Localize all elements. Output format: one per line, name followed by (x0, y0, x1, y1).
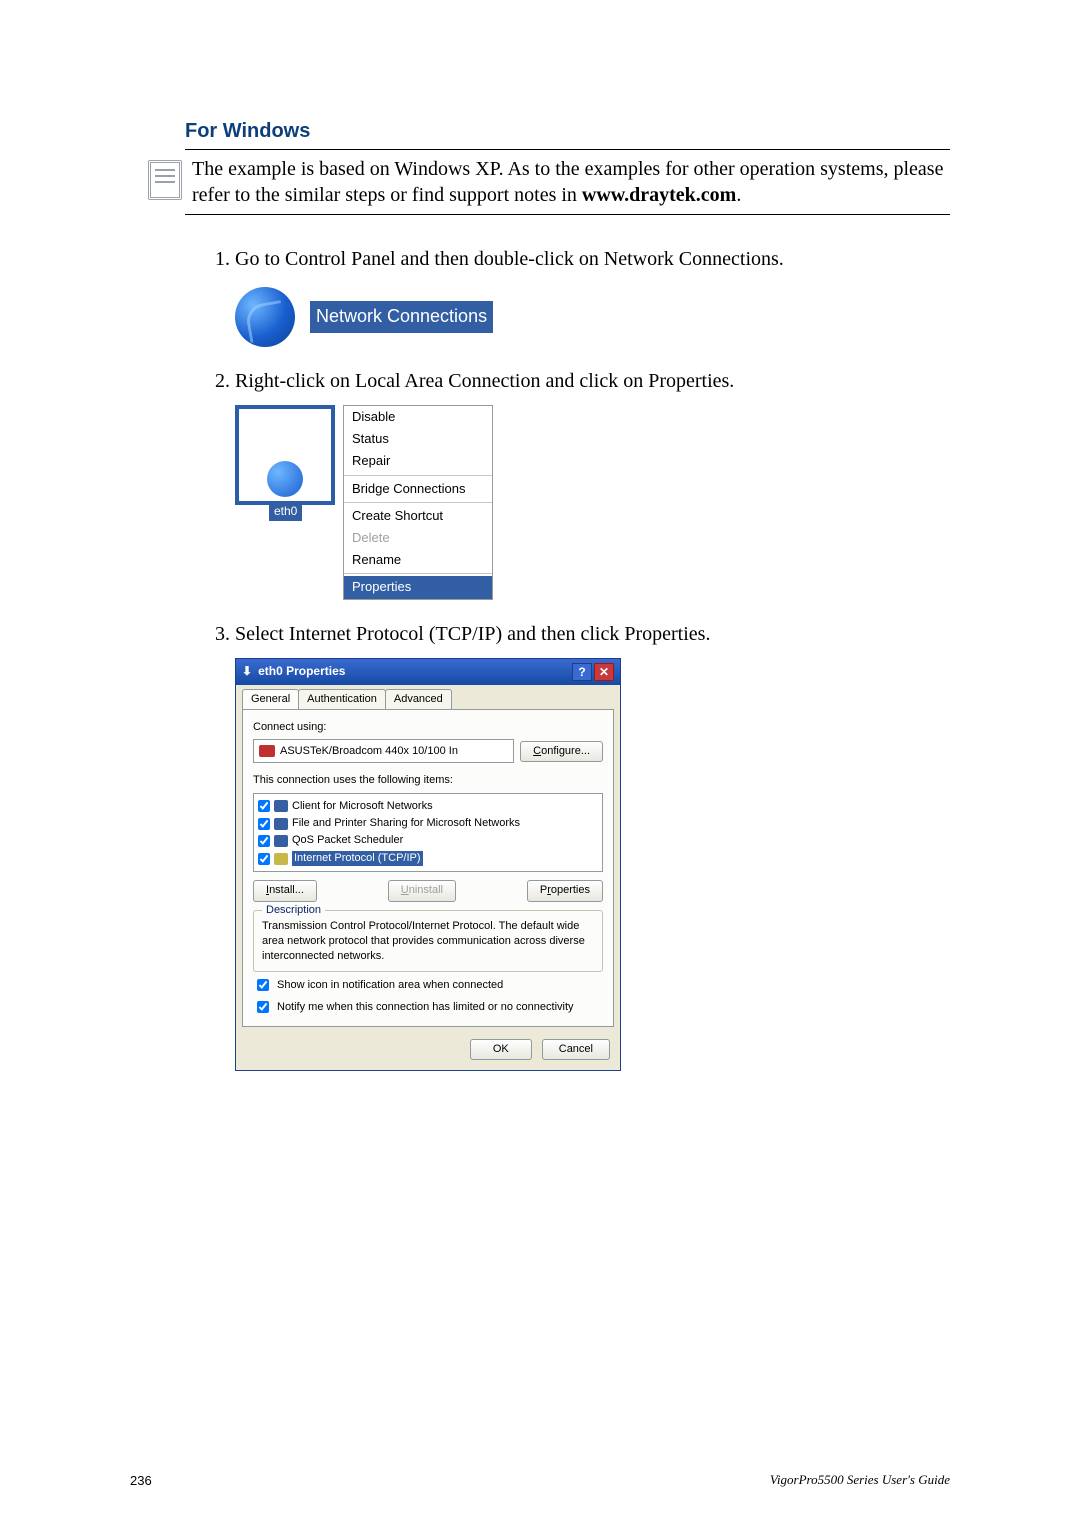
item-client[interactable]: Client for Microsoft Networks (258, 798, 598, 815)
item-tcpip[interactable]: Internet Protocol (TCP/IP) (258, 850, 598, 867)
menu-rename[interactable]: Rename (344, 549, 492, 571)
item-properties-button[interactable]: Properties (527, 880, 603, 901)
component-icon (274, 818, 288, 830)
step-1: Go to Control Panel and then double-clic… (235, 245, 950, 347)
menu-properties[interactable]: Properties (344, 576, 492, 598)
configure-button[interactable]: Configure... (520, 741, 603, 762)
uninstall-button: Uninstall (388, 880, 456, 901)
item-buttons: Install... Uninstall Properties (253, 880, 603, 901)
menu-shortcut[interactable]: Create Shortcut (344, 505, 492, 527)
help-icon[interactable]: ? (572, 663, 592, 681)
cancel-button[interactable]: Cancel (542, 1039, 610, 1060)
notify-row[interactable]: Notify me when this connection has limit… (253, 1000, 603, 1016)
eth-label: eth0 (269, 502, 302, 521)
context-menu: Disable Status Repair Bridge Connections… (343, 405, 493, 600)
steps-list: Go to Control Panel and then double-clic… (185, 245, 950, 1071)
section-heading: For Windows (185, 120, 950, 143)
content: For Windows The example is based on Wind… (0, 0, 1080, 1071)
install-button[interactable]: Install... (253, 880, 317, 901)
note-dot: . (736, 184, 741, 206)
step-1-text: Go to Control Panel and then double-clic… (235, 248, 784, 270)
globe-icon (235, 287, 295, 347)
step-2: Right-click on Local Area Connection and… (235, 367, 950, 600)
properties-dialog: ⬇ eth0 Properties ? ✕ General Authentica… (235, 658, 621, 1072)
ok-button[interactable]: OK (470, 1039, 532, 1060)
tab-authentication[interactable]: Authentication (298, 689, 386, 709)
menu-separator (344, 475, 492, 476)
step-3-text: Select Internet Protocol (TCP/IP) and th… (235, 623, 710, 645)
adapter-field: ASUSTeK/Broadcom 440x 10/100 In (253, 739, 514, 763)
tab-general[interactable]: General (242, 689, 299, 709)
step-3: Select Internet Protocol (TCP/IP) and th… (235, 620, 950, 1072)
dialog-icon: ⬇ (242, 663, 252, 680)
adapter-row: ASUSTeK/Broadcom 440x 10/100 In Configur… (253, 739, 603, 763)
close-icon[interactable]: ✕ (594, 663, 614, 681)
note-icon-cell (137, 156, 192, 200)
item-qos-check[interactable] (258, 835, 270, 847)
component-icon (274, 835, 288, 847)
tab-advanced[interactable]: Advanced (385, 689, 452, 709)
description-label: Description (262, 903, 325, 918)
uses-label: This connection uses the following items… (253, 773, 603, 788)
network-connections-label: Network Connections (310, 301, 493, 332)
note-text: The example is based on Windows XP. As t… (192, 156, 950, 208)
menu-bridge[interactable]: Bridge Connections (344, 478, 492, 500)
note-box: The example is based on Windows XP. As t… (185, 149, 950, 215)
connection-icon-box: eth0 (235, 405, 335, 505)
connect-using-label: Connect using: (253, 720, 603, 735)
dialog-tabs: General Authentication Advanced (236, 685, 620, 709)
items-list: Client for Microsoft Networks File and P… (253, 793, 603, 873)
nic-icon (259, 745, 275, 757)
notify-label: Notify me when this connection has limit… (277, 1000, 574, 1015)
note-icon (148, 160, 182, 200)
menu-separator (344, 502, 492, 503)
item-fileshare[interactable]: File and Printer Sharing for Microsoft N… (258, 815, 598, 832)
note-bold: www.draytek.com (582, 184, 736, 206)
show-icon-check[interactable] (257, 979, 269, 991)
item-tcpip-check[interactable] (258, 853, 270, 865)
page: For Windows The example is based on Wind… (0, 0, 1080, 1528)
note-line: The example is based on Windows XP. As t… (192, 158, 943, 206)
menu-delete: Delete (344, 527, 492, 549)
menu-separator (344, 573, 492, 574)
context-menu-figure: eth0 Disable Status Repair Bridge Connec… (235, 405, 495, 600)
menu-repair[interactable]: Repair (344, 450, 492, 472)
dialog-titlebar: ⬇ eth0 Properties ? ✕ (236, 659, 620, 685)
show-icon-label: Show icon in notification area when conn… (277, 978, 503, 993)
step-2-text: Right-click on Local Area Connection and… (235, 370, 734, 392)
adapter-name: ASUSTeK/Broadcom 440x 10/100 In (280, 744, 458, 759)
item-fileshare-check[interactable] (258, 818, 270, 830)
description-text: Transmission Control Protocol/Internet P… (262, 919, 594, 965)
network-connections-figure: Network Connections (235, 287, 950, 347)
guide-name: VigorPro5500 Series User's Guide (770, 1472, 950, 1488)
show-icon-row[interactable]: Show icon in notification area when conn… (253, 978, 603, 994)
page-number: 236 (130, 1473, 152, 1488)
dialog-buttons: OK Cancel (236, 1033, 620, 1070)
tab-body: Connect using: ASUSTeK/Broadcom 440x 10/… (242, 709, 614, 1027)
dialog-title: eth0 Properties (258, 663, 345, 680)
item-client-check[interactable] (258, 800, 270, 812)
description-group: Description Transmission Control Protoco… (253, 910, 603, 972)
menu-disable[interactable]: Disable (344, 406, 492, 428)
notify-check[interactable] (257, 1001, 269, 1013)
footer: 236 VigorPro5500 Series User's Guide (130, 1472, 950, 1488)
component-icon (274, 800, 288, 812)
menu-status[interactable]: Status (344, 428, 492, 450)
connection-icon (267, 461, 303, 497)
protocol-icon (274, 853, 288, 865)
item-qos[interactable]: QoS Packet Scheduler (258, 832, 598, 849)
